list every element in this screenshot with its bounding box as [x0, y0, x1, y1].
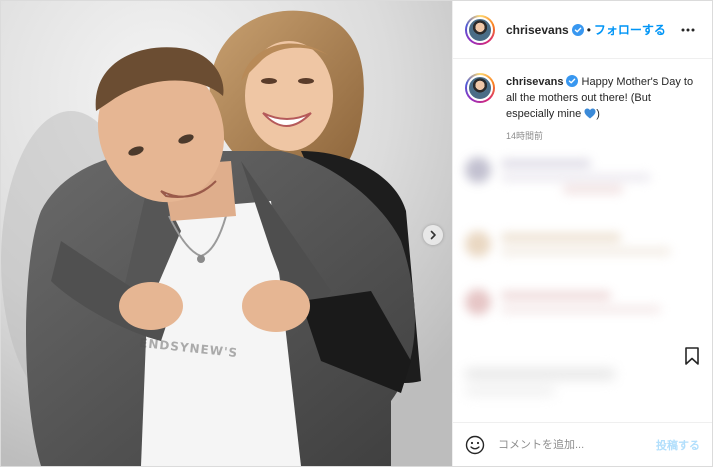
- emoji-icon[interactable]: [465, 435, 485, 455]
- verified-badge-icon: [571, 23, 584, 36]
- caption-end: ): [596, 108, 600, 120]
- photo-illustration: [1, 1, 452, 466]
- comment-bar: 投稿する: [453, 422, 712, 466]
- more-options-icon: [681, 28, 695, 31]
- caption-author-avatar[interactable]: [465, 73, 495, 103]
- post-comment-button[interactable]: 投稿する: [656, 437, 700, 453]
- blurred-comments: [453, 145, 711, 337]
- carousel-next-button[interactable]: [423, 225, 443, 245]
- blue-heart-icon: [584, 108, 596, 119]
- author-username[interactable]: chrisevans: [506, 23, 569, 37]
- separator-dot: •: [586, 22, 591, 37]
- post-photo[interactable]: ENDSYNEW'S: [1, 1, 452, 466]
- post-caption: chrisevans Happy Mother's Day to all the…: [465, 73, 701, 122]
- post-timestamp: 14時間前: [506, 131, 544, 141]
- blurred-likes: [461, 365, 701, 405]
- caption-author-username[interactable]: chrisevans: [506, 76, 563, 88]
- post-header: chrisevans • フォローする: [453, 1, 712, 59]
- author-avatar[interactable]: [465, 14, 495, 45]
- verified-badge-icon: [566, 75, 579, 87]
- bookmark-icon: [685, 347, 699, 365]
- more-options-button[interactable]: [678, 23, 698, 37]
- caption-text: chrisevans Happy Mother's Day to all the…: [506, 73, 701, 122]
- follow-button[interactable]: フォローする: [594, 21, 666, 38]
- bookmark-button[interactable]: [682, 346, 702, 366]
- post-sidebar: chrisevans • フォローする chrisevans Happy Mot…: [452, 1, 712, 466]
- comment-input[interactable]: [498, 438, 656, 451]
- instagram-post-modal: ENDSYNEW'S chrisevans • フォローする chrisevan…: [0, 0, 713, 467]
- chevron-right-icon: [430, 230, 436, 240]
